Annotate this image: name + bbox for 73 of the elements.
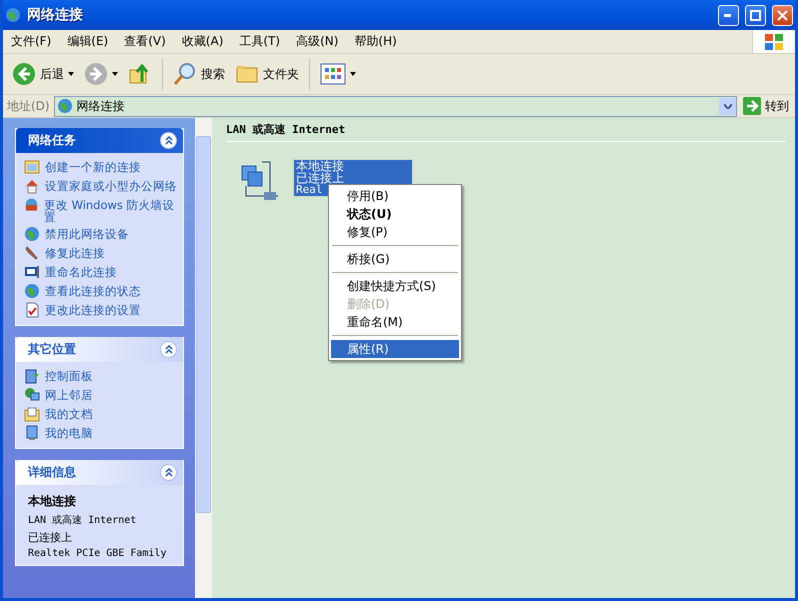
task-link[interactable]: 控制面板 [24, 368, 177, 384]
computer-icon [24, 425, 40, 441]
address-field[interactable]: 网络连接 [54, 96, 737, 116]
back-button[interactable]: 后退 [9, 60, 77, 88]
collapse-button[interactable] [160, 132, 177, 149]
panel-title: 网络任务 [28, 132, 76, 149]
caret-icon [68, 72, 74, 76]
detail-device: Realtek PCIe GBE Family [28, 548, 168, 559]
context-menu-item[interactable]: 创建快捷方式(S) [331, 277, 459, 295]
task-link[interactable]: 重命名此连接 [24, 264, 177, 280]
close-button[interactable] [772, 4, 793, 26]
detail-status: 已连接上 [28, 530, 73, 545]
minimize-button[interactable] [718, 4, 739, 26]
menu-item[interactable]: 帮助(H) [346, 33, 405, 50]
menu-item[interactable]: 工具(T) [231, 33, 288, 50]
panel-title: 其它位置 [28, 341, 76, 358]
detail-type: LAN 或高速 Internet [28, 514, 138, 527]
maximize-button[interactable] [745, 4, 766, 26]
collapse-button[interactable] [160, 464, 177, 481]
address-label: 地址(D) [7, 98, 50, 114]
globe-icon [56, 98, 73, 114]
context-menu-item[interactable]: 属性(R) [331, 340, 459, 358]
double-chevron-up-icon [164, 136, 172, 145]
document-icon [24, 302, 40, 318]
window-icon [24, 159, 40, 175]
context-menu-item[interactable]: 修复(P) [331, 223, 459, 241]
maximize-icon [750, 10, 761, 20]
control-panel-icon [24, 368, 40, 384]
arrow-right-icon [743, 97, 761, 115]
menu-item[interactable]: 查看(V) [116, 33, 174, 50]
context-menu-item[interactable]: 状态(U) [331, 205, 459, 223]
chevron-down-icon [724, 104, 732, 108]
task-link[interactable]: 网上邻居 [24, 387, 177, 403]
task-link[interactable]: 更改此连接的设置 [24, 302, 177, 318]
panel-title: 详细信息 [28, 464, 76, 481]
go-button[interactable]: 转到 [741, 97, 791, 115]
context-menu-item[interactable]: 重命名(M) [331, 313, 459, 331]
globe-icon [5, 7, 21, 23]
caret-icon [350, 72, 356, 76]
task-link[interactable]: 更改 Windows 防火墙设置 [24, 197, 177, 223]
close-icon [777, 10, 788, 20]
folders-button[interactable]: 文件夹 [232, 60, 302, 88]
collapse-button[interactable] [160, 341, 177, 358]
menu-item[interactable]: 收藏(A) [174, 33, 232, 50]
house-icon [24, 178, 40, 194]
monitor-icon [24, 264, 40, 280]
menu-item[interactable]: 高级(N) [288, 33, 346, 50]
task-link[interactable]: 修复此连接 [24, 245, 177, 261]
group-title: LAN 或高速 Internet [226, 122, 786, 142]
window-title: 网络连接 [27, 6, 84, 24]
double-chevron-up-icon [164, 468, 172, 477]
task-link[interactable]: 创建一个新的连接 [24, 159, 177, 175]
search-icon [173, 62, 197, 86]
double-chevron-up-icon [164, 345, 172, 354]
task-link[interactable]: 设置家庭或小型办公网络 [24, 178, 177, 194]
network-computers-icon [24, 387, 40, 403]
globe-icon [24, 226, 40, 242]
globe-icon [24, 283, 40, 299]
detail-name: 本地连接 [28, 493, 77, 510]
menu-item[interactable]: 文件(F) [3, 33, 60, 50]
task-link[interactable]: 我的文档 [24, 406, 177, 422]
grid-view-icon [320, 63, 346, 85]
minimize-icon [724, 14, 733, 16]
scrollbar[interactable] [195, 118, 212, 598]
context-menu-item[interactable]: 桥接(G) [331, 250, 459, 268]
menu-item[interactable]: 编辑(E) [59, 33, 116, 50]
task-link[interactable]: 禁用此网络设备 [24, 226, 177, 242]
dropdown-button[interactable] [719, 98, 736, 114]
task-link[interactable]: 查看此连接的状态 [24, 283, 177, 299]
task-link[interactable]: 我的电脑 [24, 425, 177, 441]
caret-icon [112, 72, 118, 76]
search-button[interactable]: 搜索 [170, 60, 228, 88]
folder-icon [24, 406, 40, 422]
